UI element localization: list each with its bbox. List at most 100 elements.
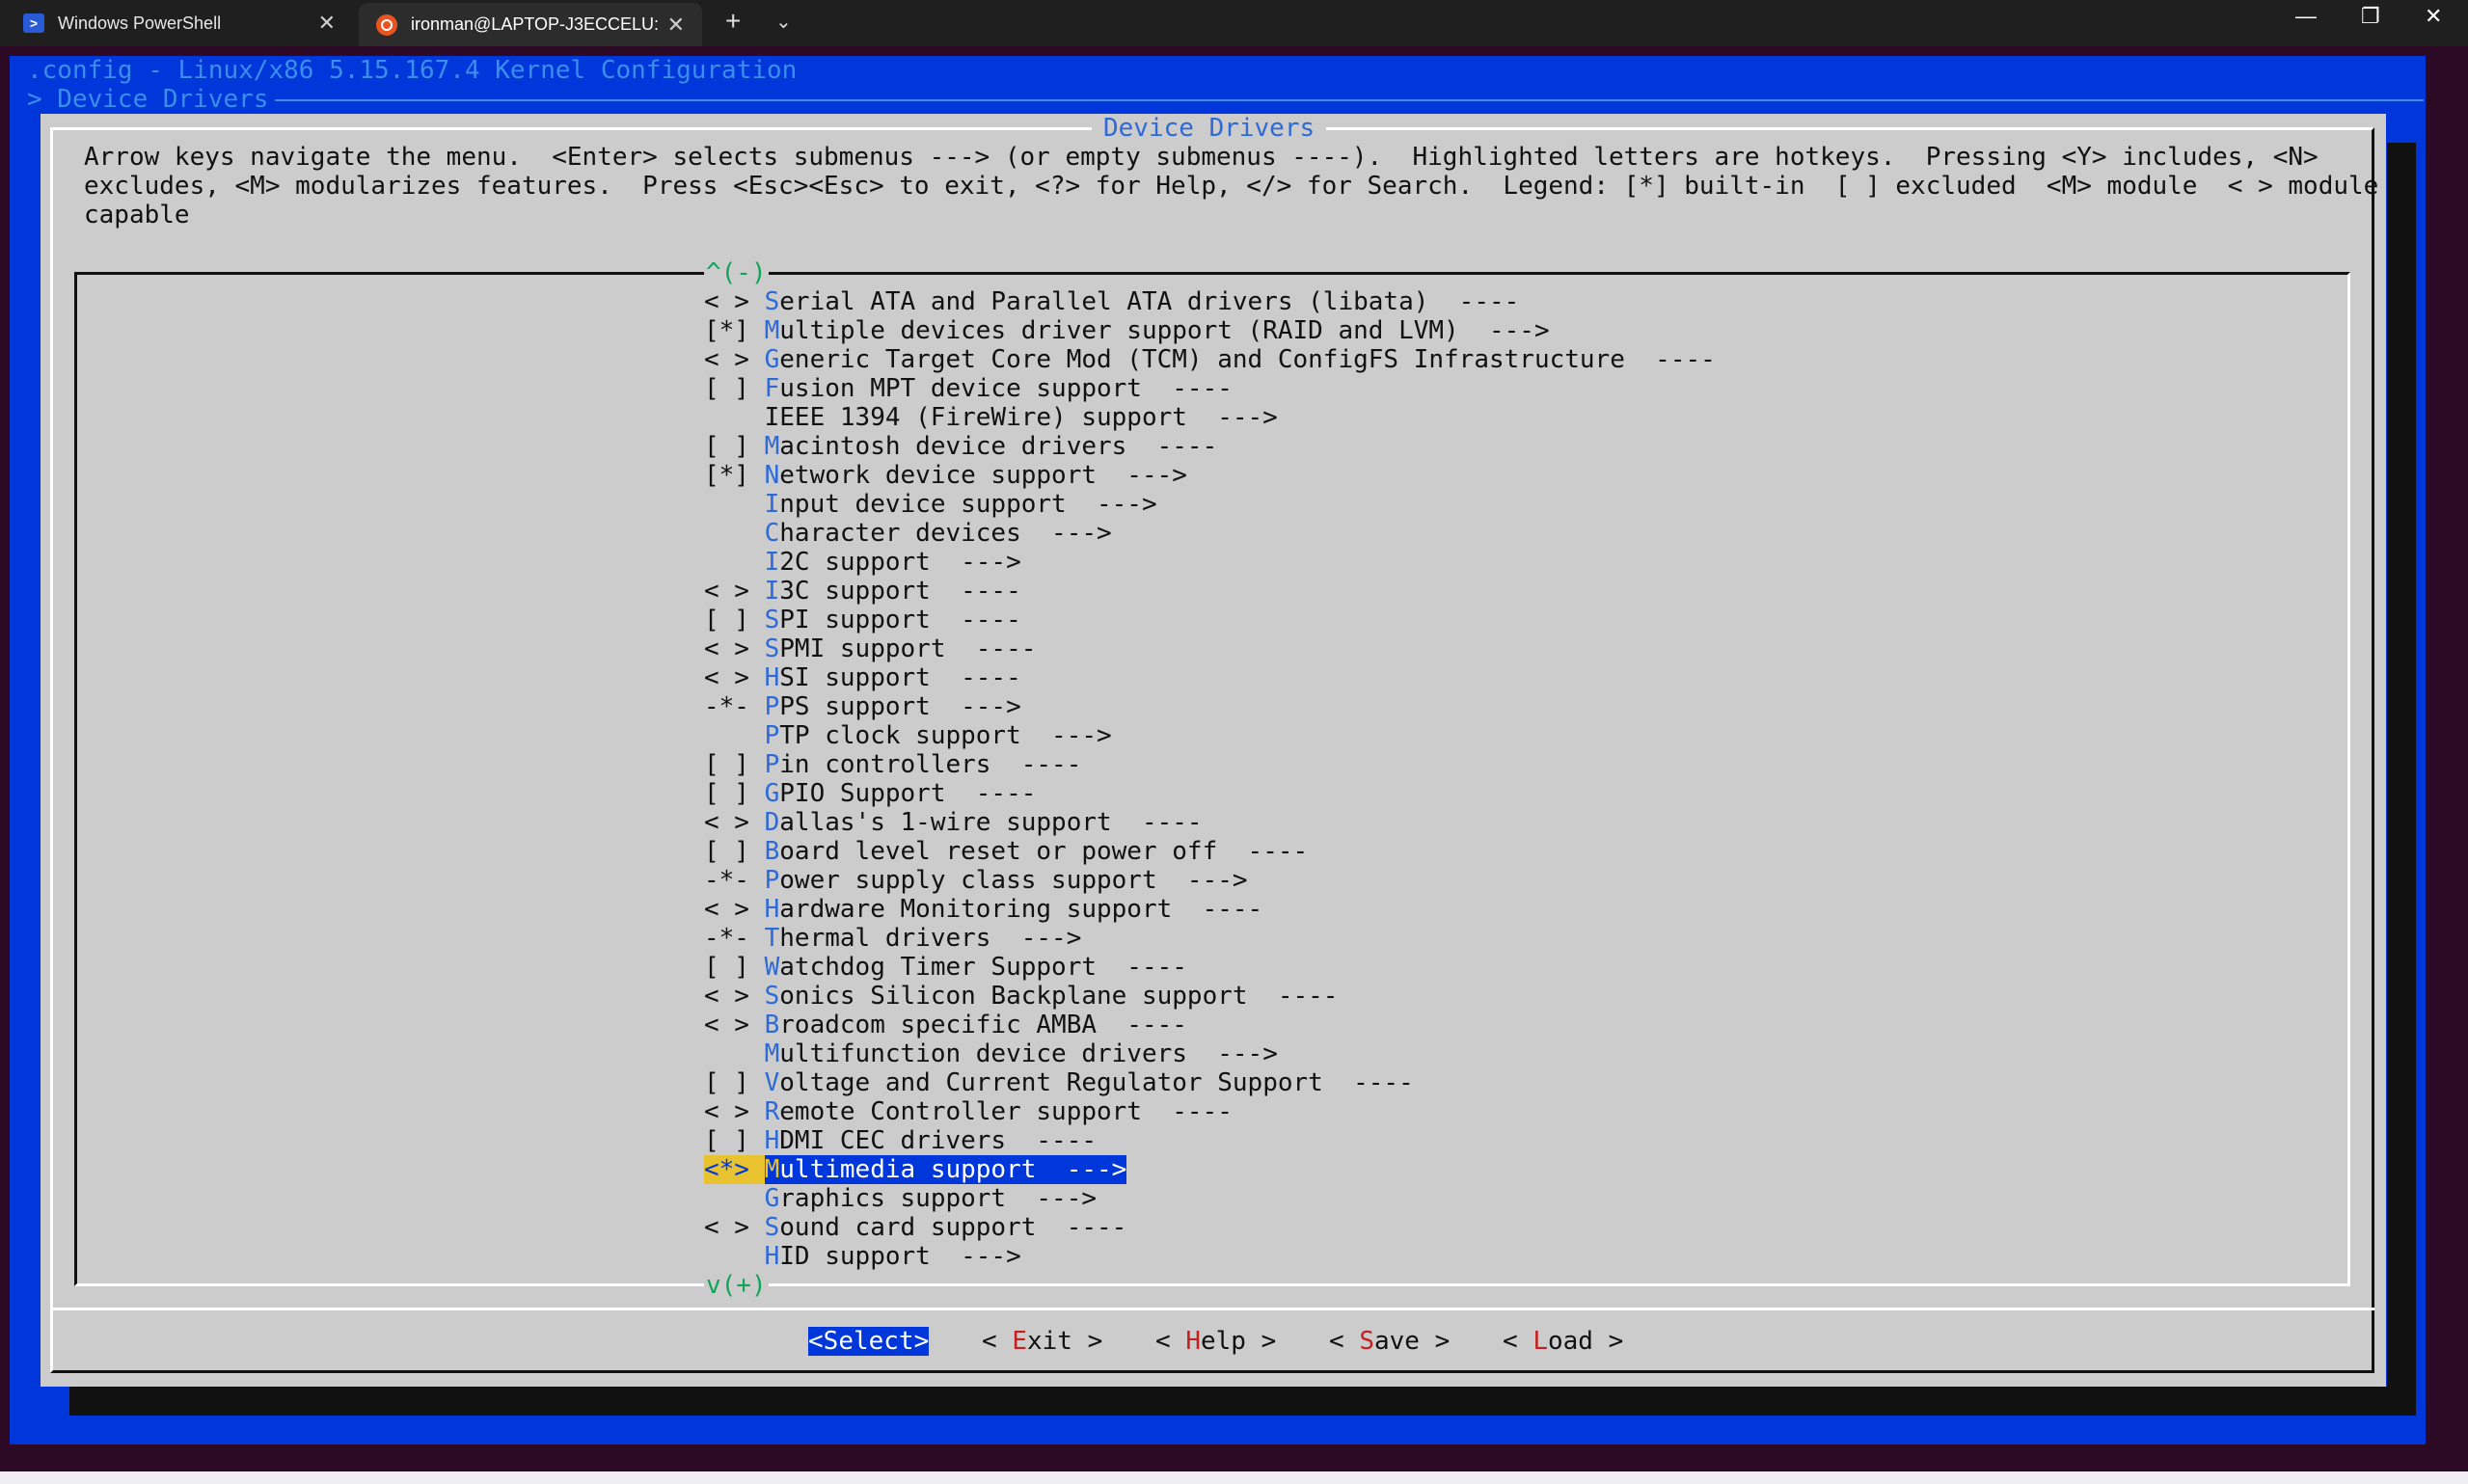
menu-item-hotkey: P <box>764 721 780 750</box>
menu-item[interactable]: [ ] Voltage and Current Regulator Suppor… <box>704 1068 1414 1097</box>
menu-item[interactable]: < > I 3C support ---- <box>704 577 1021 606</box>
menu-item-state: [ ] <box>704 432 765 461</box>
menu-item-state: < > <box>704 895 765 924</box>
menu-item-state: < > <box>704 663 765 692</box>
menu-item-hotkey: B <box>764 1011 780 1039</box>
menu-item-state <box>704 1242 765 1271</box>
menu-item-state <box>704 490 765 519</box>
minimize-button[interactable]: — <box>2295 4 2317 29</box>
menu-item[interactable]: P TP clock support ---> <box>704 721 1112 750</box>
menu-item-label: nput device support ---> <box>779 490 1157 519</box>
menu-item[interactable]: [*] Multiple devices driver support (RAI… <box>704 316 1550 345</box>
menu-item[interactable]: < > Sonics Silicon Backplane support ---… <box>704 982 1338 1011</box>
menu-item-state: [ ] <box>704 750 765 779</box>
menu-item-hotkey: S <box>764 606 780 634</box>
menu-item-hotkey: T <box>764 924 780 953</box>
menu-item-hotkey: H <box>764 895 780 924</box>
menu-item-state: [ ] <box>704 779 765 808</box>
close-tab-icon[interactable]: ✕ <box>318 11 336 36</box>
title-bar: > Windows PowerShell ✕ ironman@LAPTOP-J3… <box>0 0 2468 46</box>
menu-item[interactable]: H ID support ---> <box>704 1242 1021 1271</box>
menu-item[interactable]: [ ] Pin controllers ---- <box>704 750 1081 779</box>
menu-item-hotkey: M <box>764 1039 780 1068</box>
menu-item-label: PMI support ---- <box>779 634 1037 663</box>
menu-item[interactable]: Multifunction device drivers ---> <box>704 1039 1278 1068</box>
menu-item-hotkey: R <box>764 1097 780 1126</box>
tab-windows-powershell[interactable]: > Windows PowerShell ✕ <box>6 0 353 46</box>
close-tab-icon[interactable]: ✕ <box>667 13 685 38</box>
menu-item-label: ardware Monitoring support ---- <box>779 895 1263 924</box>
menu-item[interactable]: [ ] G PIO Support ---- <box>704 779 1036 808</box>
menu-item-hotkey: I <box>764 548 780 577</box>
menu-item[interactable]: < > Remote Controller support ---- <box>704 1097 1233 1126</box>
menu-item-label: DMI CEC drivers ---- <box>779 1126 1098 1155</box>
menu-item[interactable]: I 2C support ---> <box>704 548 1021 577</box>
menu-item-label: oltage and Current Regulator Support ---… <box>779 1068 1414 1097</box>
menu-item[interactable]: < > Dallas's 1-wire support ---- <box>704 808 1203 837</box>
menu-item[interactable]: -*- P PS support ---> <box>704 692 1021 721</box>
menu-item-hotkey: P <box>764 692 780 721</box>
menu-item[interactable]: < > Sound card support ---- <box>704 1213 1126 1242</box>
help-button[interactable]: < Help > <box>1155 1327 1276 1356</box>
menu-item[interactable]: Graphics support ---> <box>704 1184 1097 1213</box>
close-window-button[interactable]: ✕ <box>2425 4 2442 29</box>
tab-ubuntu[interactable]: ironman@LAPTOP-J3ECCELU: ✕ <box>359 3 702 46</box>
menu-item-label: onics Silicon Backplane support ---- <box>779 982 1339 1011</box>
menu-item[interactable]: Input device support ---> <box>704 490 1157 519</box>
menu-item[interactable]: [ ] Macintosh device drivers ---- <box>704 432 1217 461</box>
menu-item-hotkey: S <box>764 1213 780 1242</box>
menu-item-state <box>704 1039 765 1068</box>
menu-item[interactable]: -*- Thermal drivers ---> <box>704 924 1081 953</box>
menu-item[interactable]: < > Serial ATA and Parallel ATA drivers … <box>704 287 1519 316</box>
device-drivers-dialog: Device Drivers Arrow keys navigate the m… <box>41 114 2386 1387</box>
menu-item[interactable]: [ ] S PI support ---- <box>704 606 1021 634</box>
menu-item[interactable]: < > S PMI support ---- <box>704 634 1036 663</box>
dialog-shadow <box>69 1387 2416 1416</box>
menu-item[interactable]: [ ] Fusion MPT device support ---- <box>704 374 1233 403</box>
breadcrumb: > Device Drivers <box>27 85 269 114</box>
help-text-line: Arrow keys navigate the menu. <Enter> se… <box>84 143 2319 172</box>
menu-item-state: < > <box>704 1097 765 1126</box>
menu-item-label: ultiple devices driver support (RAID and… <box>779 316 1550 345</box>
chevron-down-icon[interactable]: ⌄ <box>775 10 792 34</box>
new-tab-icon[interactable]: + <box>725 6 741 37</box>
menu-item-hotkey: S <box>764 982 780 1011</box>
menu-item-hotkey: H <box>764 1126 780 1155</box>
scroll-down-indicator: v(+) <box>704 1271 769 1300</box>
menu-item-label: haracter devices ---> <box>779 519 1112 548</box>
menu-item[interactable]: < > Hardware Monitoring support ---- <box>704 895 1262 924</box>
config-title: .config - Linux/x86 5.15.167.4 Kernel Co… <box>27 56 798 85</box>
menu-item-label: hermal drivers ---> <box>779 924 1082 953</box>
menu-item-hotkey: G <box>764 1184 780 1213</box>
menu-item[interactable]: [ ] Board level reset or power off ---- <box>704 837 1308 866</box>
menu-item-hotkey: I <box>764 577 780 606</box>
menu-item-state: < > <box>704 982 765 1011</box>
menu-item-hotkey: V <box>764 1068 780 1097</box>
menu-item-state: [ ] <box>704 837 765 866</box>
menu-item-hotkey: G <box>764 779 780 808</box>
menu-item-state: < > <box>704 577 765 606</box>
menu-item-hotkey: W <box>764 953 780 982</box>
menu-item[interactable]: [ ] H DMI CEC drivers ---- <box>704 1126 1097 1155</box>
menu-item[interactable]: Character devices ---> <box>704 519 1112 548</box>
menu-item-label: PI support ---- <box>779 606 1021 634</box>
help-text-line: capable <box>84 201 190 229</box>
load-button[interactable]: < Load > <box>1503 1327 1623 1356</box>
exit-button[interactable]: < Exit > <box>982 1327 1102 1356</box>
powershell-icon: > <box>23 13 44 33</box>
save-button[interactable]: < Save > <box>1329 1327 1450 1356</box>
menu-item-label: usion MPT device support ---- <box>779 374 1233 403</box>
maximize-button[interactable]: ❐ <box>2361 4 2380 29</box>
menu-item[interactable]: -*- Power supply class support ---> <box>704 866 1248 895</box>
menu-item[interactable]: < > Generic Target Core Mod (TCM) and Co… <box>704 345 1716 374</box>
menu-item[interactable]: [*] Network device support ---> <box>704 461 1187 490</box>
menu-item-state: [ ] <box>704 1126 765 1155</box>
menu-item[interactable]: < > Broadcom specific AMBA ---- <box>704 1011 1187 1039</box>
menu-item-label: erial ATA and Parallel ATA drivers (liba… <box>779 287 1520 316</box>
menu-item[interactable]: [ ] Watchdog Timer Support ---- <box>704 953 1187 982</box>
menu-item[interactable]: IEEE 1394 (FireWire) support ---> <box>704 403 1278 432</box>
select-button[interactable]: <Select> <box>808 1327 930 1356</box>
menu-item-label: roadcom specific AMBA ---- <box>779 1011 1187 1039</box>
menu-item[interactable]: < > H SI support ---- <box>704 663 1021 692</box>
menu-item[interactable]: <*> Multimedia support ---> <box>704 1155 1127 1184</box>
